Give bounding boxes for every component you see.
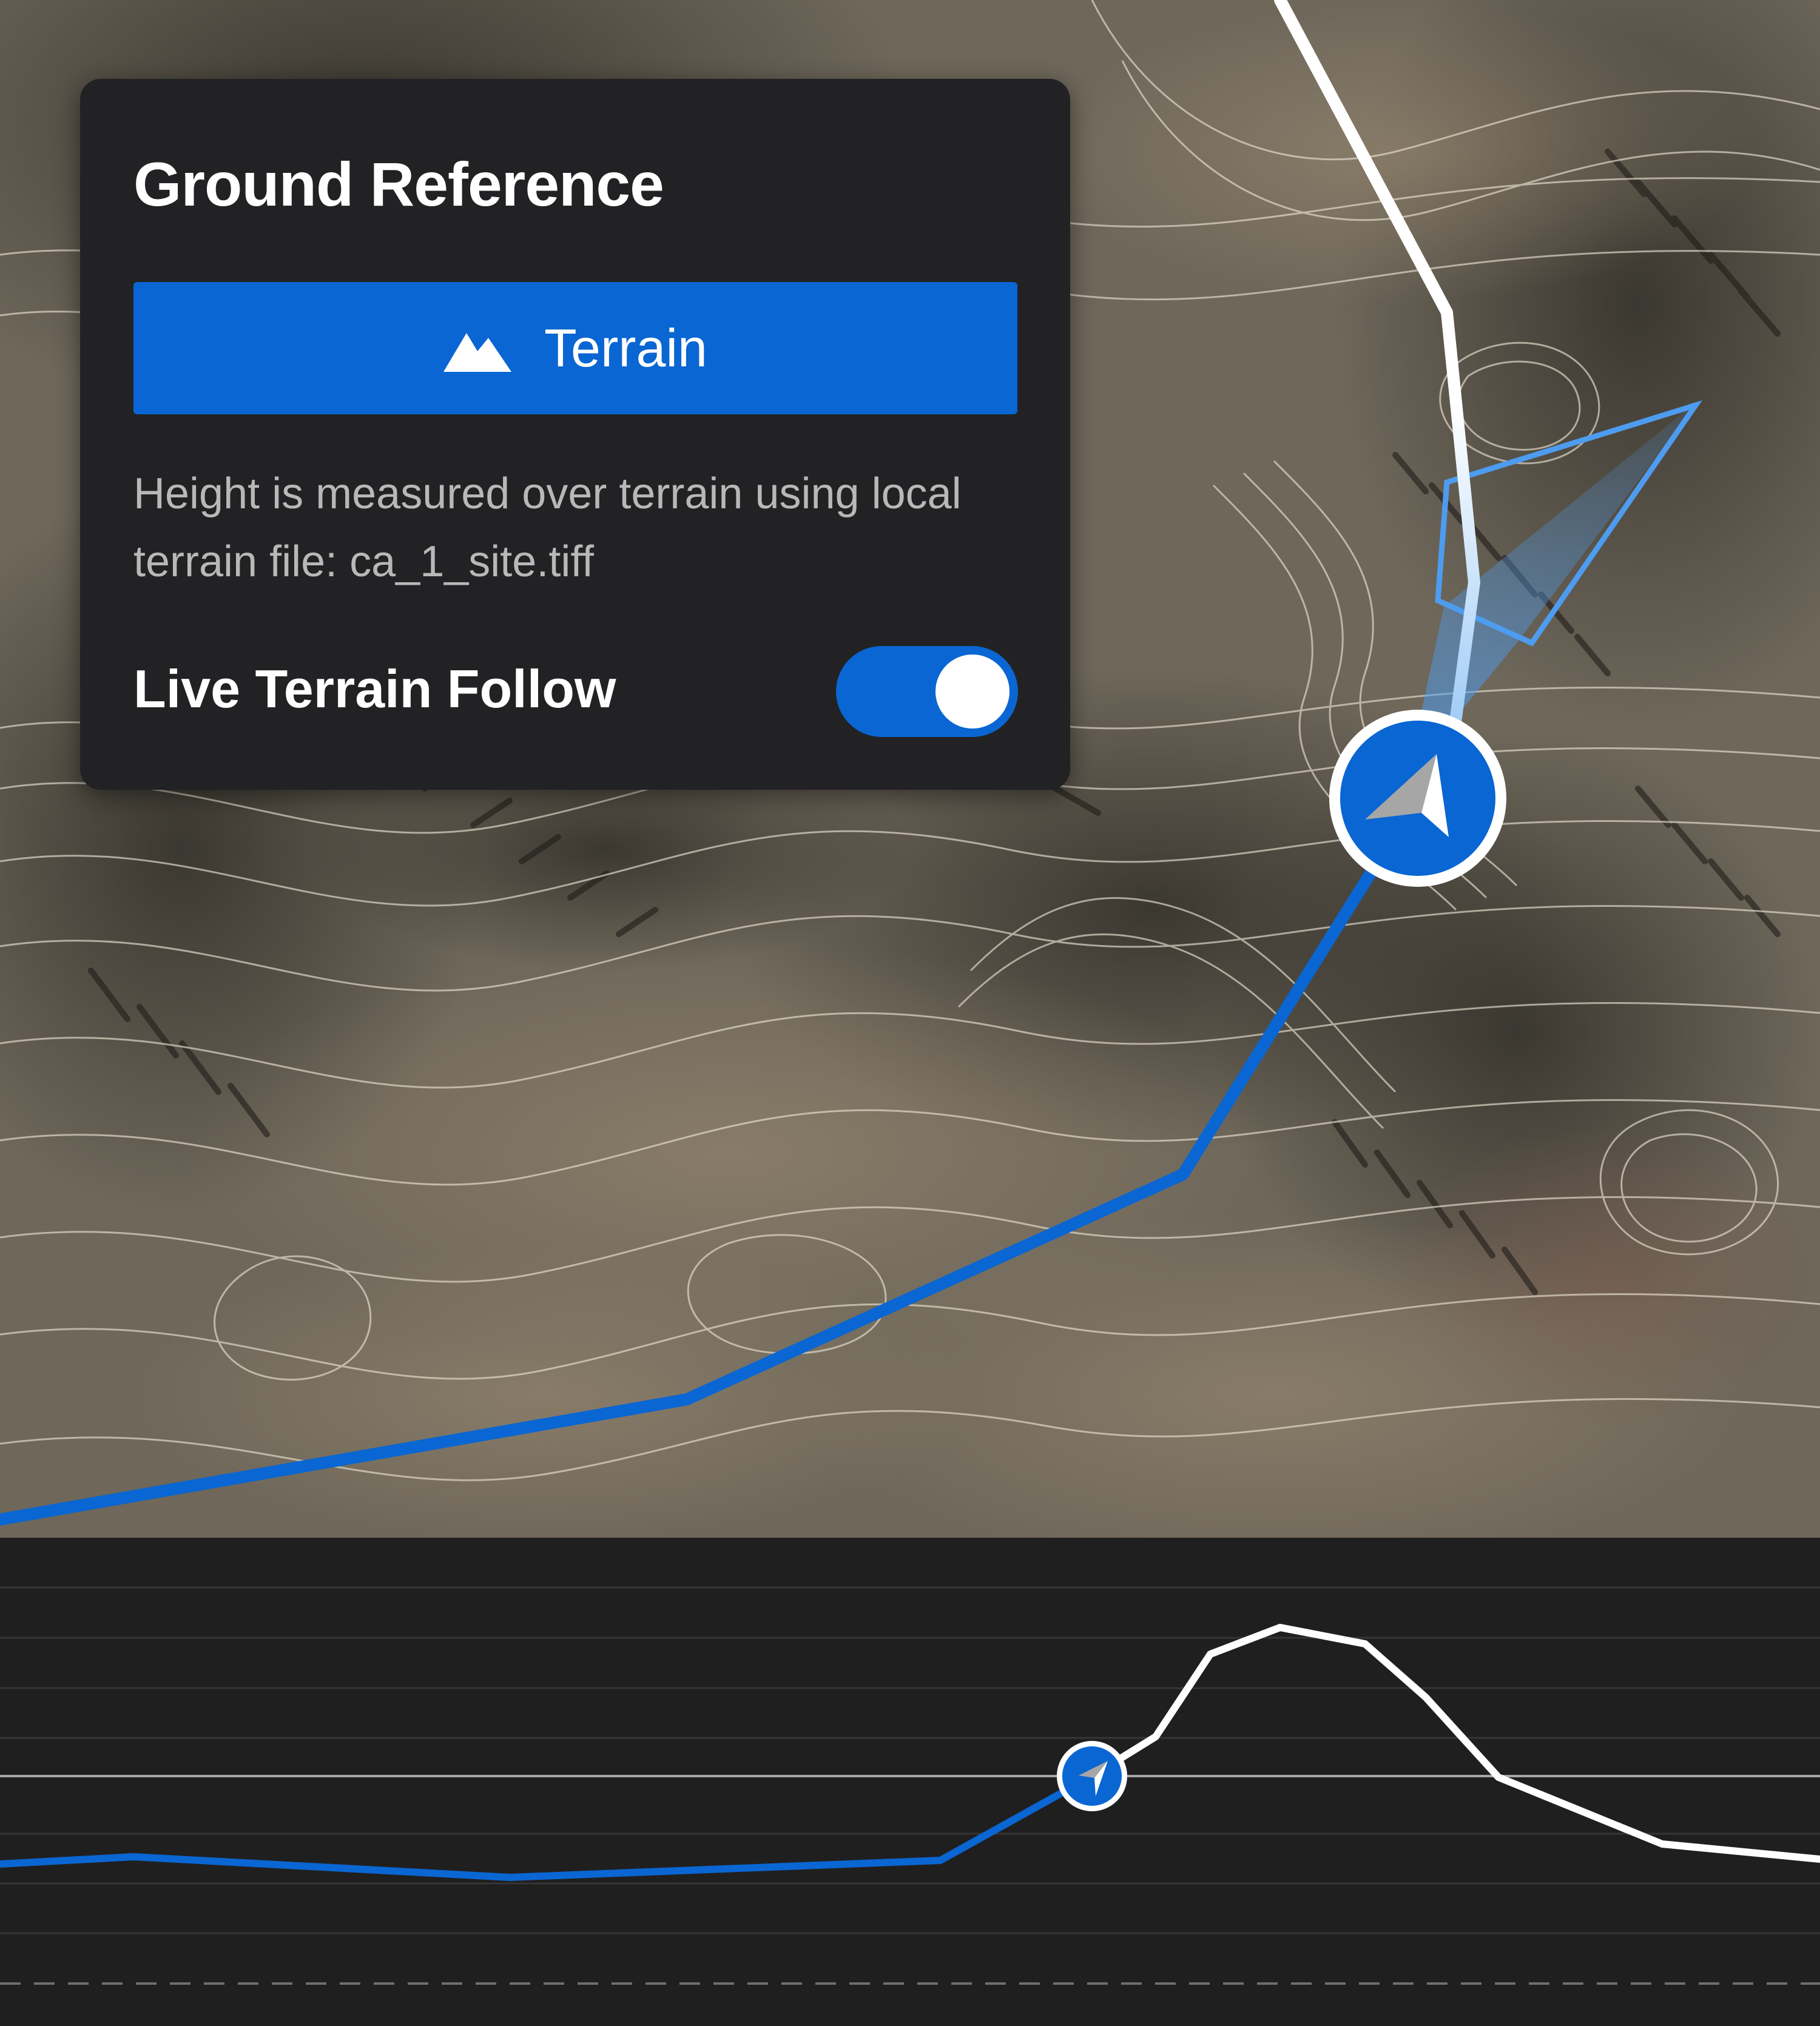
elevation-profile[interactable]: [0, 1538, 1820, 2023]
terrain-button-label: Terrain: [544, 318, 707, 378]
aircraft-marker[interactable]: [1329, 710, 1506, 887]
terrain-button[interactable]: Terrain: [133, 282, 1017, 414]
profile-aircraft-marker[interactable]: [1057, 1741, 1127, 1811]
profile-planned-line: [1088, 1624, 1820, 1863]
profile-gridlines: [0, 1586, 1820, 1934]
profile-flown-line: [0, 1772, 1096, 1881]
toggle-knob: [935, 655, 1009, 729]
terrain-description: Height is measured over terrain using lo…: [133, 469, 962, 586]
live-terrain-follow-label: Live Terrain Follow: [133, 659, 616, 719]
mountain-icon: [443, 333, 511, 372]
ground-reference-panel: Ground Reference Terrain Height is measu…: [80, 79, 1070, 790]
panel-title: Ground Reference: [133, 150, 664, 219]
live-terrain-follow-toggle[interactable]: [836, 646, 1018, 737]
